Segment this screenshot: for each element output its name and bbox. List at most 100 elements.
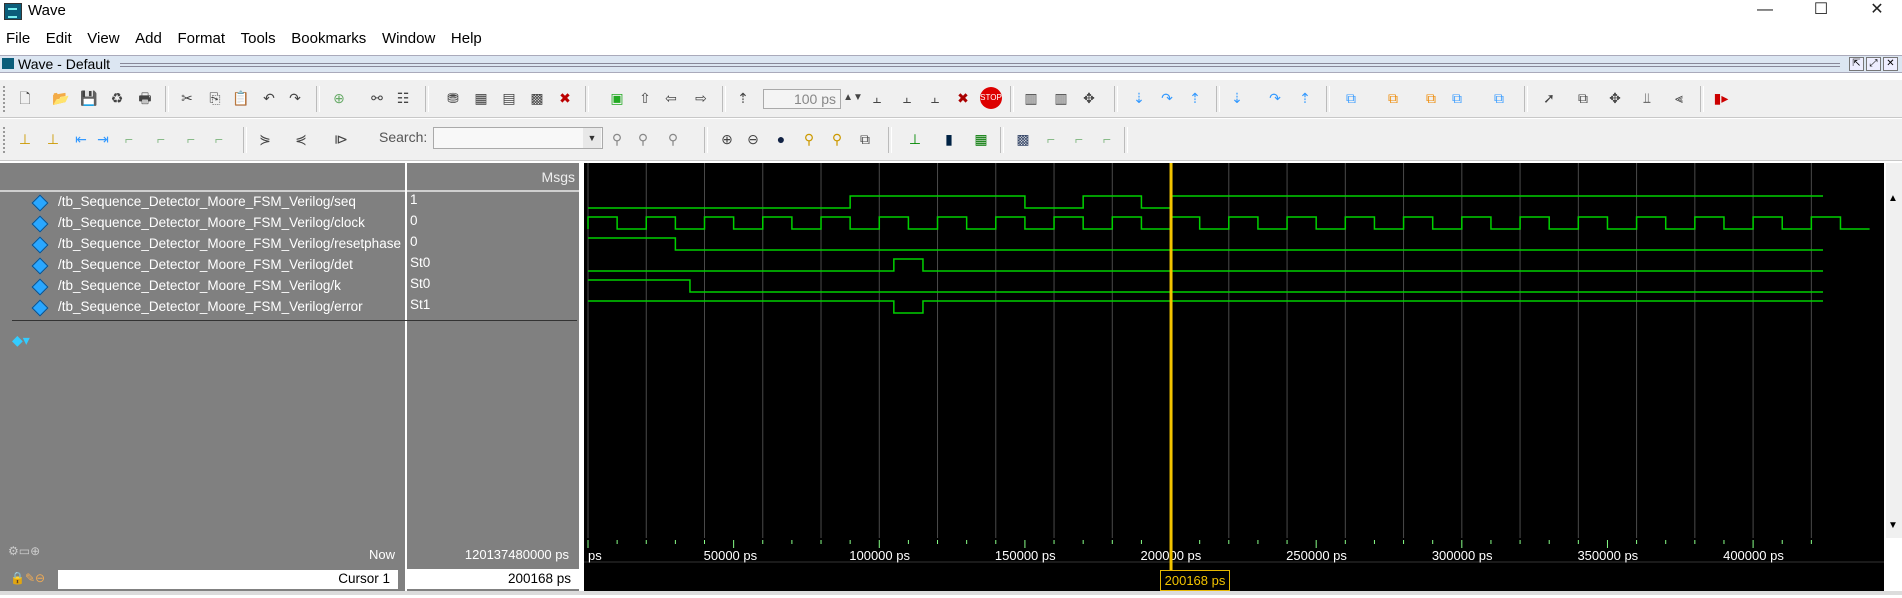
cursor-lock-icon[interactable]: 🔒✎⊖ [10, 571, 45, 585]
zoom-cursor-icon[interactable]: ⚲ [798, 128, 820, 150]
run-icon[interactable]: ▣ [606, 87, 628, 109]
step-forward-icon[interactable]: ⇣ [1226, 87, 1248, 109]
step-up-icon[interactable]: ⇡ [1294, 87, 1316, 109]
wave-icon[interactable]: ▥ [1020, 87, 1042, 109]
step-back-icon[interactable]: ↷ [1264, 87, 1286, 109]
signal-row-det[interactable]: /tb_Sequence_Detector_Moore_FSM_Verilog/… [0, 255, 430, 276]
zoom-range-icon[interactable]: ⧉ [854, 128, 876, 150]
zoom-in-icon[interactable]: ⊕ [716, 128, 738, 150]
object-selector-icon[interactable]: ◆▾ [12, 332, 30, 348]
expand-icon[interactable]: ⋟ [254, 128, 276, 150]
signal-row-resetphase[interactable]: /tb_Sequence_Detector_Moore_FSM_Verilog/… [0, 234, 418, 255]
scroll-down-arrow[interactable]: ▼ [1888, 520, 1898, 531]
print-icon[interactable]: 🖶 [134, 87, 156, 109]
wave-grid-icon[interactable]: ▩ [1012, 128, 1034, 150]
search-forward-icon[interactable]: ⚲ [606, 128, 628, 150]
save-icon[interactable]: 💾 [78, 87, 100, 109]
search-input[interactable] [433, 127, 603, 149]
wave-display-icon[interactable]: ⊥ [904, 128, 926, 150]
cursor-value-field[interactable]: 200168 ps [407, 569, 579, 589]
find-binoculars-icon[interactable]: ⚯ [366, 87, 388, 109]
paste-icon[interactable]: 📋 [230, 87, 252, 109]
wave-edge-icon[interactable]: ⌐ [1096, 128, 1118, 150]
memory-icon[interactable]: ✥ [1078, 87, 1100, 109]
continue-run-icon[interactable]: ⫠ [896, 87, 918, 109]
maximize-button[interactable]: ☐ [1798, 0, 1844, 21]
step-out-icon[interactable]: ⇡ [1184, 87, 1206, 109]
menu-format[interactable]: Format [171, 27, 231, 51]
zoom-box-icon[interactable]: ⧉ [1572, 87, 1594, 109]
copy-icon[interactable]: ⎘ [204, 87, 226, 109]
restart-icon[interactable]: ✖ [554, 87, 576, 109]
list-icon[interactable]: ▥ [1050, 87, 1072, 109]
break-icon[interactable]: ▤ [498, 87, 520, 109]
zoom-window-button[interactable]: ⤢ [1866, 57, 1881, 71]
reload-icon[interactable]: ♻ [106, 87, 128, 109]
undo-icon[interactable]: ↶ [258, 87, 280, 109]
open-icon[interactable]: 📂 [50, 87, 72, 109]
cursor-add-icon[interactable]: ⊥ [14, 128, 36, 150]
wave-bar-icon[interactable]: ▮ [938, 128, 960, 150]
menu-bookmarks[interactable]: Bookmarks [285, 27, 372, 51]
undock-button[interactable]: ⇱ [1849, 57, 1864, 71]
zoom-last-icon[interactable]: ⚲ [826, 128, 848, 150]
menu-edit[interactable]: Edit [40, 27, 78, 51]
search-icon[interactable]: ⚲ [662, 128, 684, 150]
next-transition-icon[interactable]: ⌐ [150, 128, 172, 150]
wave-logic-icon[interactable]: ⌐ [1068, 128, 1090, 150]
falling-edge-icon[interactable]: ⌐ [180, 128, 202, 150]
close-button[interactable]: ✕ [1854, 0, 1900, 21]
process-icon[interactable]: ⧉ [1488, 87, 1510, 109]
run-icon-2[interactable]: ⫠ [866, 87, 888, 109]
find-icon[interactable]: ⊕ [328, 87, 350, 109]
menu-view[interactable]: View [81, 27, 125, 51]
vertical-scrollbar[interactable]: ▲ ▼ [1886, 163, 1902, 538]
run-length-input[interactable]: 100 ps [763, 89, 841, 109]
close-wave-window-button[interactable]: ✕ [1883, 57, 1898, 71]
cut-icon[interactable]: ✂ [176, 87, 198, 109]
run-length-icon[interactable]: ⇡ [732, 87, 754, 109]
compile-icon[interactable]: ⛃ [442, 87, 464, 109]
insert-divider-icon[interactable]: ☷ [392, 87, 414, 109]
next-edge-icon[interactable]: ⇥ [92, 128, 114, 150]
cursor-name-field[interactable]: Cursor 1 [58, 570, 398, 589]
zoom-full-icon[interactable]: ● [770, 128, 792, 150]
continue-icon[interactable]: ⇧ [634, 87, 656, 109]
prev-transition-icon[interactable]: ⌐ [118, 128, 140, 150]
signal-row-k[interactable]: /tb_Sequence_Detector_Moore_FSM_Verilog/… [0, 276, 430, 297]
waveform-pane[interactable] [584, 163, 1884, 538]
insert-icon[interactable]: ⫷ [1668, 87, 1690, 109]
wave-window-titlebar[interactable]: Wave - Default ⇱ ⤢ ✕ [0, 55, 1902, 73]
step-over-icon[interactable]: ⇨ [690, 87, 712, 109]
minimize-button[interactable]: — [1742, 0, 1788, 21]
step-over-icon-2[interactable]: ↷ [1156, 87, 1178, 109]
traffic-light-icon[interactable]: ▮▸ [1710, 87, 1732, 109]
dataflow-icon[interactable]: ⧉ [1340, 87, 1362, 109]
scroll-up-arrow[interactable]: ▲ [1888, 193, 1898, 204]
stop-icon[interactable]: ▩ [526, 87, 548, 109]
redo-icon[interactable]: ↷ [284, 87, 306, 109]
wave-block-icon[interactable]: ▦ [970, 128, 992, 150]
menu-help[interactable]: Help [445, 27, 488, 51]
new-icon[interactable]: 🗋 [14, 87, 36, 109]
timeline-canvas[interactable]: ps 50000 ps 100000 ps 150000 ps 200000 ps 250… [584, 538, 1884, 595]
prev-edge-icon[interactable]: ⇤ [70, 128, 92, 150]
signal-row-error[interactable]: /tb_Sequence_Detector_Moore_FSM_Verilog/… [0, 297, 430, 318]
objects-icon[interactable]: ⧉ [1446, 87, 1468, 109]
source-icon[interactable]: ⧉ [1420, 87, 1442, 109]
step-icon[interactable]: ⇦ [660, 87, 682, 109]
collapse-icon[interactable]: ⋞ [290, 128, 312, 150]
menu-window[interactable]: Window [376, 27, 441, 51]
simulate-icon[interactable]: ▦ [470, 87, 492, 109]
rising-edge-icon[interactable]: ⌐ [208, 128, 230, 150]
signal-values-pane[interactable] [407, 163, 579, 538]
cursor-arrow-icon[interactable]: ➚ [1538, 87, 1560, 109]
cursor-delete-icon[interactable]: ⊥ [42, 128, 64, 150]
pan-icon[interactable]: ✥ [1604, 87, 1626, 109]
schematic-icon[interactable]: ⧉ [1382, 87, 1404, 109]
edit-icon[interactable]: ⫫ [1636, 87, 1658, 109]
stop-sign-icon[interactable]: STOP [980, 87, 1002, 109]
signal-row-clock[interactable]: /tb_Sequence_Detector_Moore_FSM_Verilog/… [0, 213, 418, 234]
zoom-out-icon[interactable]: ⊖ [742, 128, 764, 150]
wave-step-icon[interactable]: ⌐ [1040, 128, 1062, 150]
